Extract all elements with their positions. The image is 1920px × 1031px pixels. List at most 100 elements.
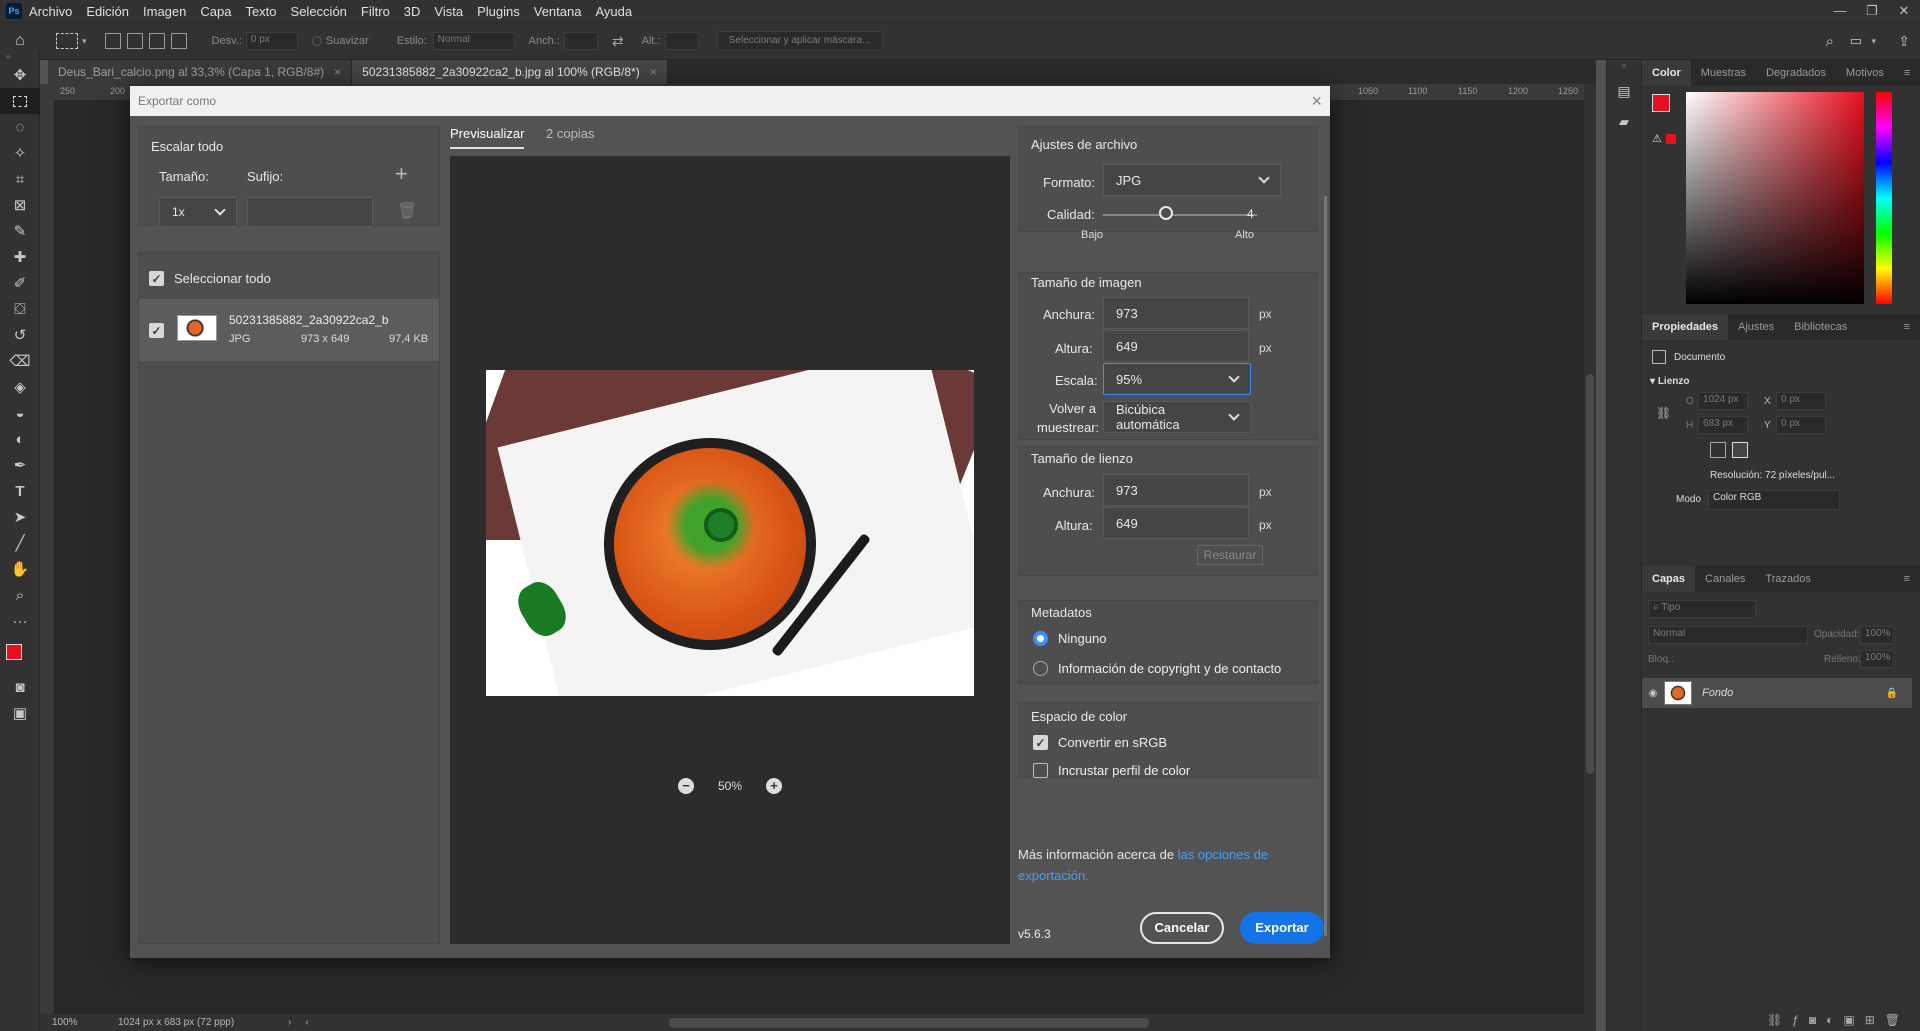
canvas-width-input[interactable]: 973 [1103, 474, 1249, 506]
hue-slider[interactable] [1876, 92, 1892, 304]
menu-seleccion[interactable]: Selección [284, 4, 354, 19]
zoom-tool-icon[interactable]: ⌕ [0, 582, 40, 608]
select-all-row[interactable]: Seleccionar todo [149, 271, 271, 286]
restore-icon[interactable]: ❐ [1856, 0, 1888, 22]
canvas-height-input[interactable]: 683 px [1698, 416, 1748, 434]
image-width-input[interactable]: 973 [1103, 297, 1249, 329]
eraser-tool-icon[interactable]: ⌫ [0, 348, 40, 374]
style-select[interactable]: Normal [432, 32, 515, 50]
stamp-tool-icon[interactable]: ⛋ [0, 296, 40, 322]
panel-menu-icon[interactable]: ≡ [1894, 314, 1920, 340]
rect-marquee-tool-icon[interactable] [0, 88, 40, 114]
close-icon[interactable]: × [1311, 86, 1322, 116]
opacity-input[interactable]: 100% [1860, 626, 1894, 644]
srgb-checkbox[interactable] [1033, 735, 1048, 750]
collapse-icon[interactable]: « [1607, 60, 1641, 74]
metadata-none-option[interactable]: Ninguno [1033, 631, 1106, 646]
path-selection-tool-icon[interactable]: ➤ [0, 504, 40, 530]
srgb-option[interactable]: Convertir en sRGB [1033, 735, 1167, 750]
cancel-button[interactable]: Cancelar [1140, 912, 1224, 944]
menu-edicion[interactable]: Edición [79, 4, 136, 19]
fill-input[interactable]: 100% [1860, 650, 1894, 668]
link-icon[interactable]: ⛓ [1656, 406, 1671, 420]
chevron-right-icon[interactable]: › [288, 1017, 291, 1028]
metadata-copyright-radio[interactable] [1033, 661, 1048, 676]
menu-3d[interactable]: 3D [397, 4, 428, 19]
preview-area[interactable]: − 50% + [450, 156, 1010, 944]
zoom-out-icon[interactable]: − [677, 778, 694, 794]
menu-imagen[interactable]: Imagen [136, 4, 193, 19]
tab-swatches[interactable]: Muestras [1691, 60, 1756, 86]
search-icon[interactable]: ⌕ [1826, 33, 1834, 50]
color-swatches[interactable] [0, 634, 39, 674]
screen-mode-icon[interactable]: ▣ [0, 700, 40, 726]
embed-profile-option[interactable]: Incrustar perfil de color [1033, 763, 1190, 778]
tab-color[interactable]: Color [1642, 60, 1691, 86]
add-icon[interactable]: + [395, 161, 408, 187]
close-tab-icon[interactable]: × [650, 65, 657, 79]
resample-select[interactable]: Bicúbica automática [1103, 401, 1251, 433]
collapse-icon[interactable]: » [0, 52, 39, 62]
color-picker-field[interactable] [1686, 92, 1864, 304]
blend-mode-select[interactable]: Normal [1648, 626, 1808, 644]
tab-deus-bari[interactable]: Deus_Bari_calcio.png al 33,3% (Capa 1, R… [48, 60, 353, 84]
feather-input[interactable]: 0 px [245, 32, 298, 50]
eye-icon[interactable]: ◉ [1642, 688, 1664, 699]
minimize-icon[interactable]: — [1824, 0, 1856, 22]
swap-icon[interactable]: ⇄ [612, 33, 624, 50]
scale-select[interactable]: 95% [1103, 363, 1251, 395]
healing-brush-tool-icon[interactable]: ✚ [0, 244, 40, 270]
canvas-height-input[interactable]: 649 [1103, 507, 1249, 539]
close-tab-icon[interactable]: × [334, 65, 341, 79]
menu-filtro[interactable]: Filtro [354, 4, 397, 19]
select-all-checkbox[interactable] [149, 271, 164, 286]
select-mask-button[interactable]: Seleccionar y aplicar máscara... [716, 31, 883, 51]
paint-bucket-tool-icon[interactable]: ◈ [0, 374, 40, 400]
dialog-scrollbar[interactable] [1324, 196, 1327, 936]
workspace-icon[interactable]: ▭ [1850, 33, 1862, 49]
zoom-in-icon[interactable]: + [766, 778, 783, 794]
magic-wand-tool-icon[interactable]: ✧ [0, 140, 40, 166]
crop-tool-icon[interactable]: ⌗ [0, 166, 40, 192]
menu-ayuda[interactable]: Ayuda [588, 4, 639, 19]
home-icon[interactable]: ⌂ [0, 32, 40, 50]
history-brush-tool-icon[interactable]: ↺ [0, 322, 40, 348]
tab-paths[interactable]: Trazados [1755, 566, 1820, 592]
layer-search-input[interactable]: ⌕ Tipo [1648, 600, 1756, 618]
width-input[interactable] [563, 32, 598, 50]
line-tool-icon[interactable]: ╱ [0, 530, 40, 556]
export-button[interactable]: Exportar [1240, 912, 1324, 944]
canvas-y-input[interactable]: 0 px [1776, 416, 1826, 434]
zoom-level[interactable]: 100% [40, 1017, 108, 1028]
canvas-x-input[interactable]: 0 px [1776, 392, 1826, 410]
portrait-icon[interactable] [1710, 442, 1726, 458]
horizontal-scrollbar[interactable] [668, 1017, 1149, 1028]
close-window-icon[interactable]: ✕ [1888, 0, 1920, 22]
chevron-down-icon[interactable]: ▾ [82, 36, 87, 47]
menu-plugins[interactable]: Plugins [470, 4, 527, 19]
share-icon[interactable]: ⇪ [1898, 33, 1910, 50]
tab-copies[interactable]: 2 copias [546, 126, 594, 141]
quality-slider[interactable] [1103, 214, 1257, 216]
add-selection-icon[interactable] [126, 33, 143, 49]
move-tool-icon[interactable]: ✥ [0, 62, 40, 88]
more-tools-icon[interactable]: ··· [0, 608, 40, 634]
tab-active-document[interactable]: 50231385882_2a30922ca2_b.jpg al 100% (RG… [352, 60, 668, 84]
tab-channels[interactable]: Canales [1695, 566, 1755, 592]
tab-libraries[interactable]: Bibliotecas [1784, 314, 1857, 340]
brush-tool-icon[interactable]: ✐ [0, 270, 40, 296]
quality-slider-thumb[interactable] [1159, 206, 1173, 220]
pen-tool-icon[interactable]: ✒ [0, 452, 40, 478]
panel-menu-icon[interactable]: ≡ [1894, 566, 1920, 592]
landscape-icon[interactable] [1732, 442, 1748, 458]
layer-row[interactable]: ◉ Fondo 🔒 [1642, 678, 1912, 708]
foreground-color-swatch[interactable] [6, 644, 22, 660]
tab-adjustments[interactable]: Ajustes [1728, 314, 1784, 340]
dodge-tool-icon[interactable]: ◐ [0, 426, 40, 452]
suffix-input[interactable] [247, 197, 373, 227]
type-tool-icon[interactable]: T [0, 478, 40, 504]
format-select[interactable]: JPG [1103, 164, 1281, 196]
intersect-selection-icon[interactable] [170, 33, 187, 49]
comments-icon[interactable]: ▰ [1607, 108, 1641, 136]
frame-tool-icon[interactable]: ⊠ [0, 192, 40, 218]
